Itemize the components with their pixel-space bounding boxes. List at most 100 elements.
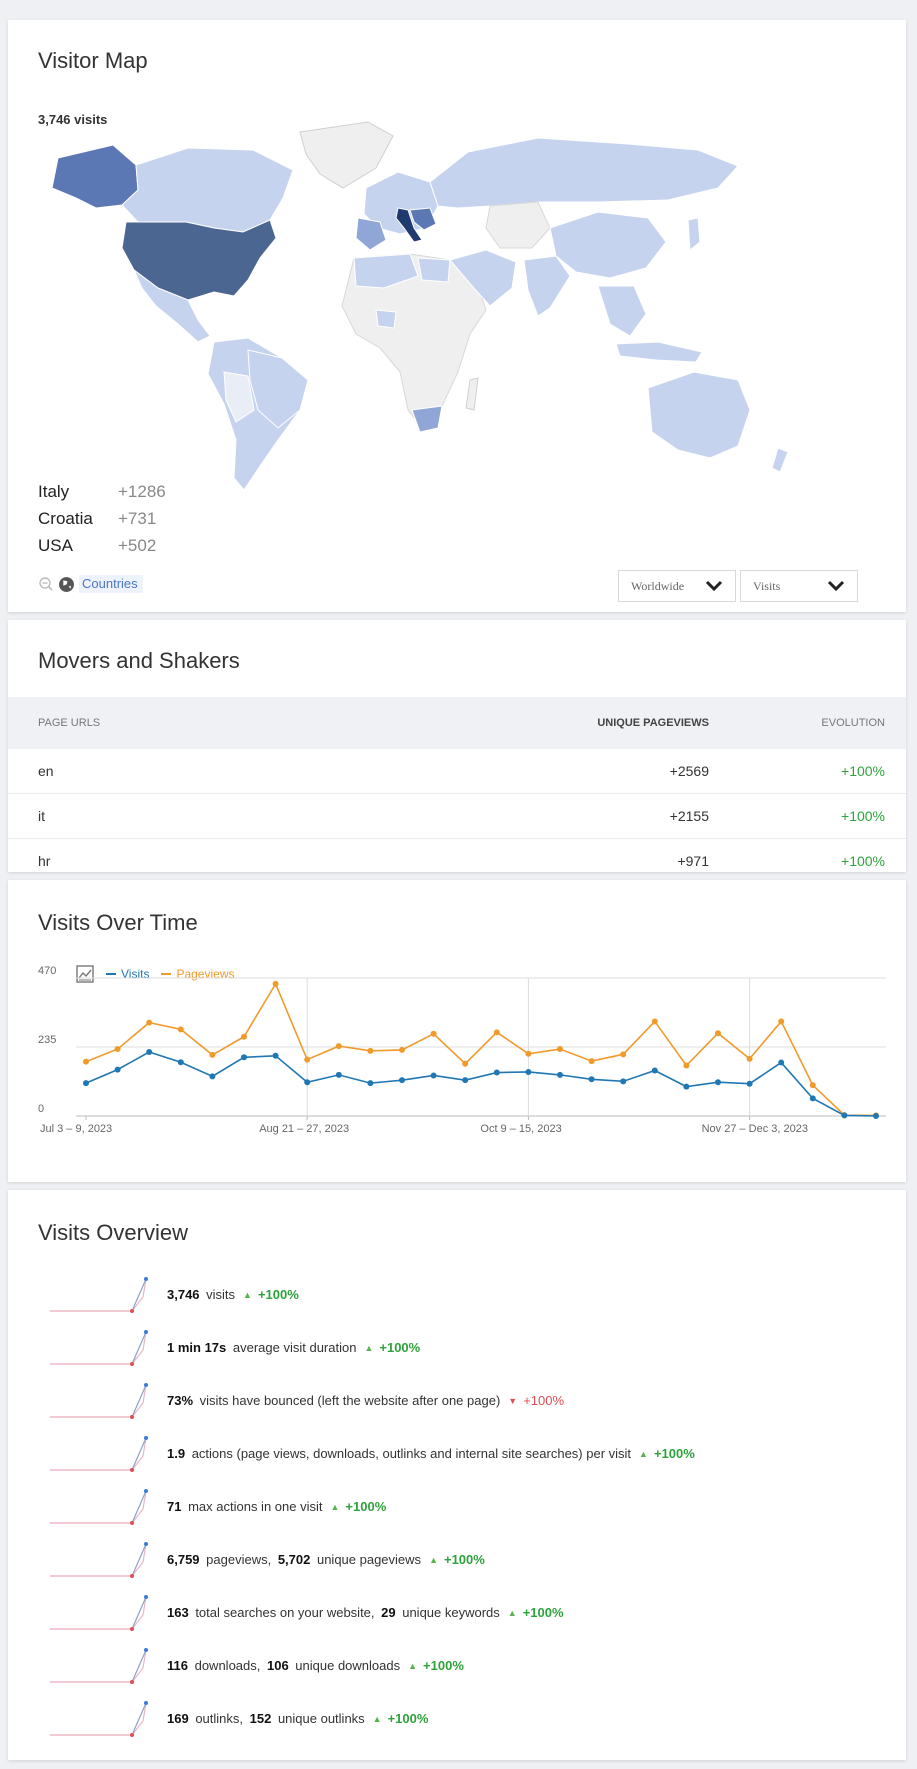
overview-value: 1 min 17s [167, 1340, 227, 1355]
metric-select-value: Visits [753, 578, 781, 593]
column-header-unique-pageviews[interactable]: UNIQUE PAGEVIEWS [454, 717, 709, 729]
globe-icon [59, 576, 74, 592]
overview-text: 3,746 visits ▲ +100% [167, 1287, 299, 1302]
sparkline[interactable] [48, 1434, 155, 1474]
data-point-pageviews [588, 1058, 595, 1065]
data-point-visits [430, 1072, 437, 1079]
visits-overview-title: Visits Overview [38, 1220, 188, 1245]
overview-text: 71 max actions in one visit ▲ +100% [167, 1499, 386, 1514]
overview-label: unique downloads [291, 1658, 401, 1673]
countries-label[interactable]: Countries [79, 575, 143, 593]
sparkline[interactable] [48, 1328, 155, 1368]
sparkline[interactable] [48, 1487, 155, 1527]
evolution-cell: +100% [841, 853, 885, 869]
overview-label: unique pageviews [313, 1552, 422, 1567]
overview-value: 3,746 [167, 1287, 200, 1302]
overview-text: 163 total searches on your website, 29 u… [167, 1605, 564, 1620]
overview-text: 73% visits have bounced (left the websit… [167, 1393, 564, 1408]
visitor-map-widget: Visitor Map 3,746 visits Italy +1286 Cro… [8, 20, 906, 612]
table-header: PAGE URLS UNIQUE PAGEVIEWS EVOLUTION [8, 697, 906, 749]
map-greenland [299, 121, 394, 189]
column-header-evolution[interactable]: EVOLUTION [709, 717, 885, 729]
sparkline[interactable] [48, 1275, 155, 1315]
series-line-visits [85, 1051, 877, 1117]
overview-value: 163 [167, 1605, 189, 1620]
overview-label: downloads, [190, 1658, 264, 1673]
overview-text: 1.9 actions (page views, downloads, outl… [167, 1446, 695, 1461]
map-india [523, 255, 571, 317]
trend-up-icon: ▲ [364, 1342, 374, 1353]
overview-label: outlinks, [191, 1711, 247, 1726]
data-point-visits [683, 1083, 690, 1090]
sparkline[interactable] [48, 1381, 155, 1421]
data-point-visits [241, 1054, 247, 1061]
data-point-visits [873, 1113, 879, 1119]
map-china [549, 211, 667, 279]
sparkline[interactable] [48, 1646, 155, 1686]
table-row[interactable]: hr +971 +100% [8, 839, 906, 884]
map-west-africa-mid [375, 309, 397, 329]
table-row[interactable]: it +2155 +100% [8, 794, 906, 839]
overview-list: 3,746 visits ▲ +100% 1 min 17s average visi… [48, 1268, 695, 1745]
visits-total-label: 3,746 visits [38, 112, 108, 127]
overview-label: actions (page views, downloads, outlinks… [188, 1446, 632, 1461]
overview-row: 169 outlinks, 152 unique outlinks ▲ +100% [48, 1692, 695, 1745]
overview-label: visits have bounced (left the website af… [196, 1393, 501, 1408]
map-egypt [417, 257, 451, 283]
chevron-down-icon [705, 580, 723, 592]
overview-label: total searches on your website, [191, 1605, 379, 1620]
data-point-pageviews [335, 1043, 342, 1050]
data-point-pageviews [651, 1018, 658, 1025]
world-map[interactable] [38, 110, 828, 530]
evolution-cell: +100% [841, 763, 885, 779]
sparkline[interactable] [48, 1593, 155, 1633]
page-url-cell: en [38, 763, 54, 779]
overview-value: 152 [249, 1711, 272, 1726]
map-indonesia [615, 341, 703, 363]
page-url-cell: it [38, 808, 45, 824]
visits-over-time-chart[interactable]: 0 235 470 Jul 3 – 9, 2023 Aug 21 – 27, 2023 O… [8, 880, 906, 1182]
data-point-visits [588, 1076, 595, 1083]
overview-row: 163 total searches on your website, 29 u… [48, 1586, 695, 1639]
map-southeast-asia [597, 285, 647, 337]
data-point-pageviews [493, 1029, 500, 1036]
overview-row: 1.9 actions (page views, downloads, outl… [48, 1427, 695, 1480]
change-value: +100% [423, 1658, 464, 1673]
column-header-page-urls[interactable]: PAGE URLS [8, 717, 454, 729]
table-row[interactable]: en +2569 +100% [8, 749, 906, 794]
data-point-pageviews [746, 1055, 753, 1062]
country-name: Italy [38, 481, 70, 501]
overview-text: 116 downloads, 106 unique downloads ▲ +100… [167, 1658, 464, 1673]
unique-pageviews-cell: +2569 [669, 763, 709, 779]
data-point-pageviews [272, 980, 279, 987]
overview-label: visits [202, 1287, 236, 1302]
region-select[interactable]: Worldwide [618, 570, 736, 602]
zoom-out-icon[interactable] [38, 576, 54, 592]
country-value: +502 [118, 535, 157, 555]
metric-select[interactable]: Visits [740, 570, 858, 602]
data-point-visits [651, 1067, 658, 1074]
data-point-pageviews [430, 1030, 437, 1037]
data-point-visits [272, 1052, 279, 1059]
overview-text: 6,759 pageviews, 5,702 unique pageviews ▲… [167, 1552, 485, 1567]
data-point-visits [715, 1079, 721, 1086]
overview-value: 116 [167, 1658, 188, 1673]
country-row: Croatia +731 [38, 505, 166, 532]
data-point-visits [746, 1080, 753, 1087]
sparkline[interactable] [48, 1540, 155, 1580]
data-point-visits [525, 1068, 532, 1075]
data-point-visits [335, 1071, 342, 1078]
sparkline[interactable] [48, 1699, 155, 1739]
overview-value: 6,759 [167, 1552, 200, 1567]
countries-link[interactable]: Countries [38, 575, 143, 593]
map-alaska [51, 144, 139, 209]
y-tick-label: 0 [38, 1103, 44, 1115]
data-point-visits [209, 1073, 216, 1080]
country-name: Croatia [38, 508, 93, 528]
data-point-pageviews [620, 1051, 627, 1058]
movers-table: PAGE URLS UNIQUE PAGEVIEWS EVOLUTION en … [8, 697, 906, 884]
data-point-pageviews [683, 1062, 690, 1069]
trend-down-icon: ▼ [508, 1395, 518, 1406]
overview-text: 1 min 17s average visit duration ▲ +100% [167, 1340, 420, 1355]
data-point-pageviews [304, 1056, 311, 1063]
